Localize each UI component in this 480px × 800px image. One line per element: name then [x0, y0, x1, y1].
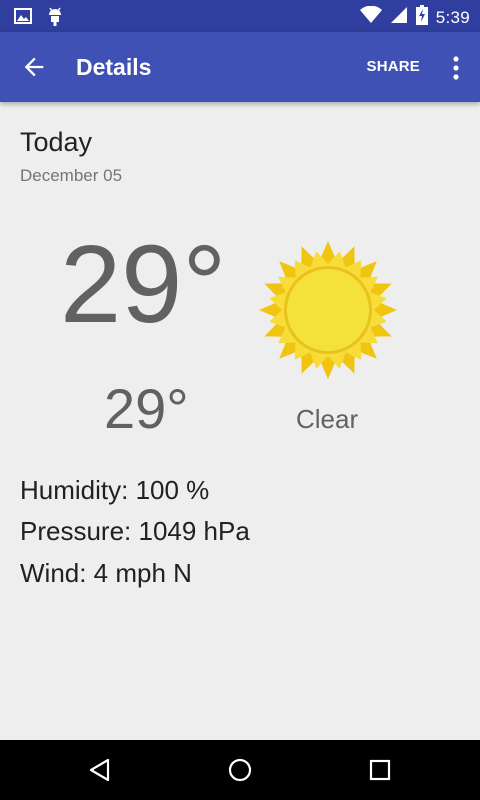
date-text: December 05	[20, 166, 123, 185]
overflow-menu-button[interactable]	[452, 54, 460, 82]
share-button[interactable]: SHARE	[366, 58, 420, 75]
status-bar: 5:39	[0, 0, 480, 32]
low-temperature: 29°	[104, 377, 189, 440]
battery-charging-icon	[415, 5, 428, 30]
sun-icon	[258, 240, 398, 380]
nav-home-button[interactable]	[228, 758, 252, 782]
wifi-icon	[359, 5, 382, 29]
day-title: Today	[20, 127, 93, 157]
app-bar: Details SHARE	[0, 32, 480, 102]
page-title: Details	[76, 54, 152, 80]
nav-recents-button[interactable]	[368, 758, 392, 782]
status-time: 5:39	[435, 7, 470, 27]
nav-home-icon	[228, 758, 252, 782]
humidity-text: Humidity: 100 %	[20, 475, 210, 505]
image-notification-icon	[14, 7, 32, 30]
cell-signal-icon	[390, 6, 408, 29]
arrow-back-icon	[24, 57, 44, 77]
navigation-bar	[0, 740, 480, 800]
back-button[interactable]	[20, 53, 48, 81]
pressure-text: Pressure: 1049 hPa	[20, 516, 250, 546]
nav-back-button[interactable]	[88, 758, 112, 782]
android-debug-icon	[46, 6, 64, 31]
more-vert-icon	[453, 56, 459, 80]
high-temperature: 29°	[60, 223, 227, 346]
nav-back-icon	[89, 758, 110, 782]
weather-condition: Clear	[296, 404, 359, 434]
wind-text: Wind: 4 mph N	[20, 558, 192, 588]
nav-recents-icon	[369, 759, 391, 781]
